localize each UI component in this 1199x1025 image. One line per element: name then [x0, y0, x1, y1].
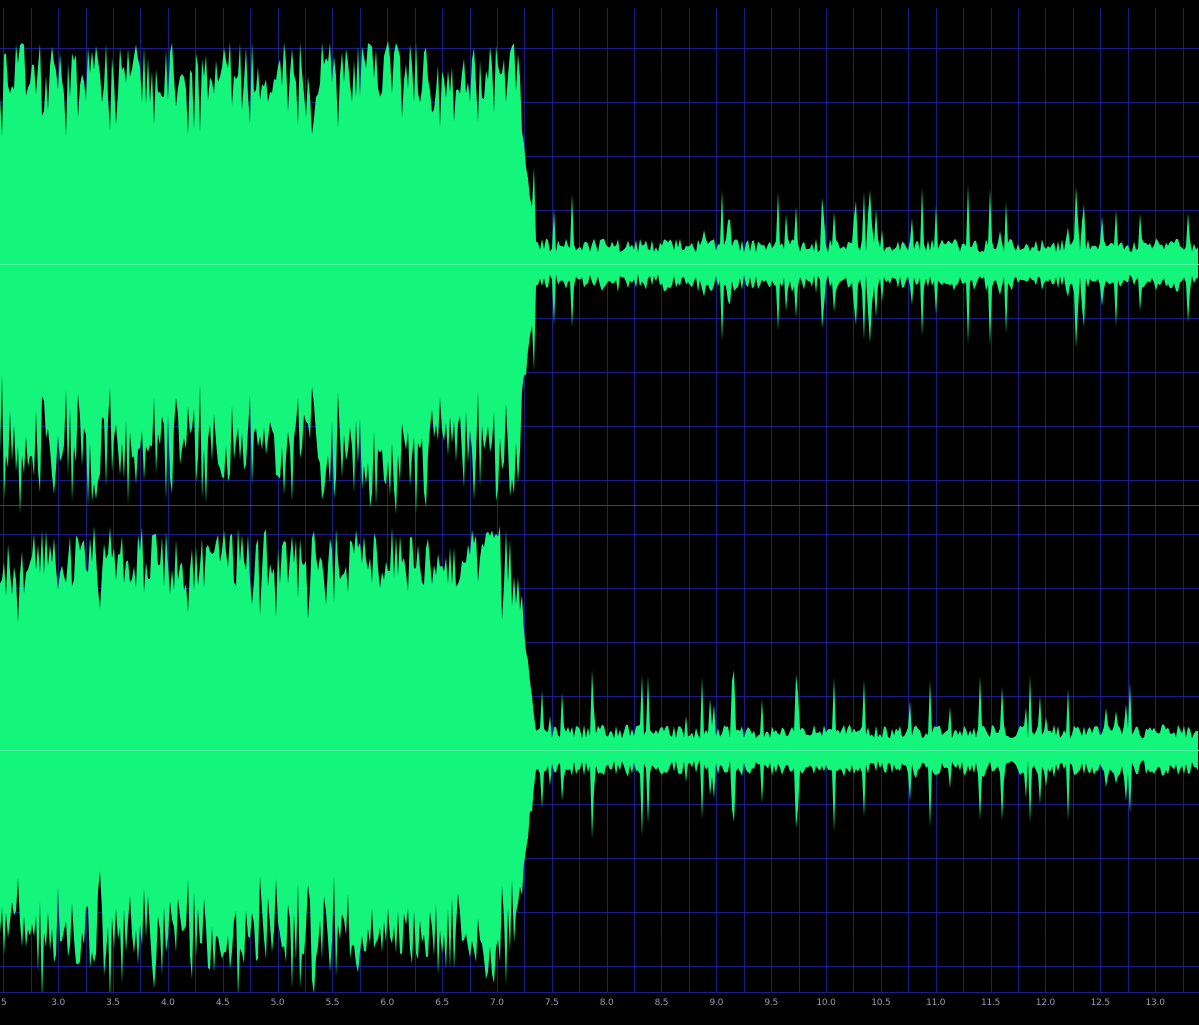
ruler-tick-label: 10.5	[871, 998, 891, 1008]
waveform-editor[interactable]: 5 3.0 3.5 4.0 4.5 5.0 5.5 6.0 6.5 7.0 7.5 8.0 8.5 9.…	[0, 0, 1199, 1025]
ruler-tick-label: 6.5	[435, 998, 449, 1008]
ruler-tick-label: 7.5	[544, 998, 559, 1008]
ruler-tick-label: 8.5	[654, 998, 669, 1008]
ruler-tick-label: 3.5	[106, 998, 120, 1008]
ruler-tick-label: 11.5	[980, 998, 1001, 1008]
ruler-tick-label: 9.5	[764, 998, 779, 1008]
time-ruler[interactable]: 5 3.0 3.5 4.0 4.5 5.0 5.5 6.0 6.5 7.0 7.5 8.0 8.5 9.…	[0, 992, 1199, 1025]
ruler-partial-label: 5	[1, 998, 7, 1008]
ruler-tick-label: 5.0	[270, 998, 285, 1008]
ruler-tick-label: 12.5	[1090, 998, 1110, 1008]
ruler-tick-label: 4.5	[215, 998, 230, 1008]
ruler-tick-label: 10.0	[816, 998, 836, 1008]
ruler-tick-label: 9.0	[709, 998, 724, 1008]
ruler-tick-label: 8.0	[599, 998, 614, 1008]
ruler-tick-label: 11.0	[926, 998, 946, 1008]
waveform-display[interactable]	[0, 0, 1199, 992]
ruler-tick-label: 13.0	[1145, 998, 1165, 1008]
ruler-tick-label: 12.0	[1035, 998, 1056, 1008]
ruler-tick-label: 6.0	[380, 998, 395, 1008]
ruler-tick-label: 4.0	[160, 998, 175, 1008]
ruler-tick-label: 3.0	[51, 998, 65, 1008]
ruler-tick-label: 5.5	[325, 998, 340, 1008]
ruler-tick-label: 7.0	[490, 998, 504, 1008]
